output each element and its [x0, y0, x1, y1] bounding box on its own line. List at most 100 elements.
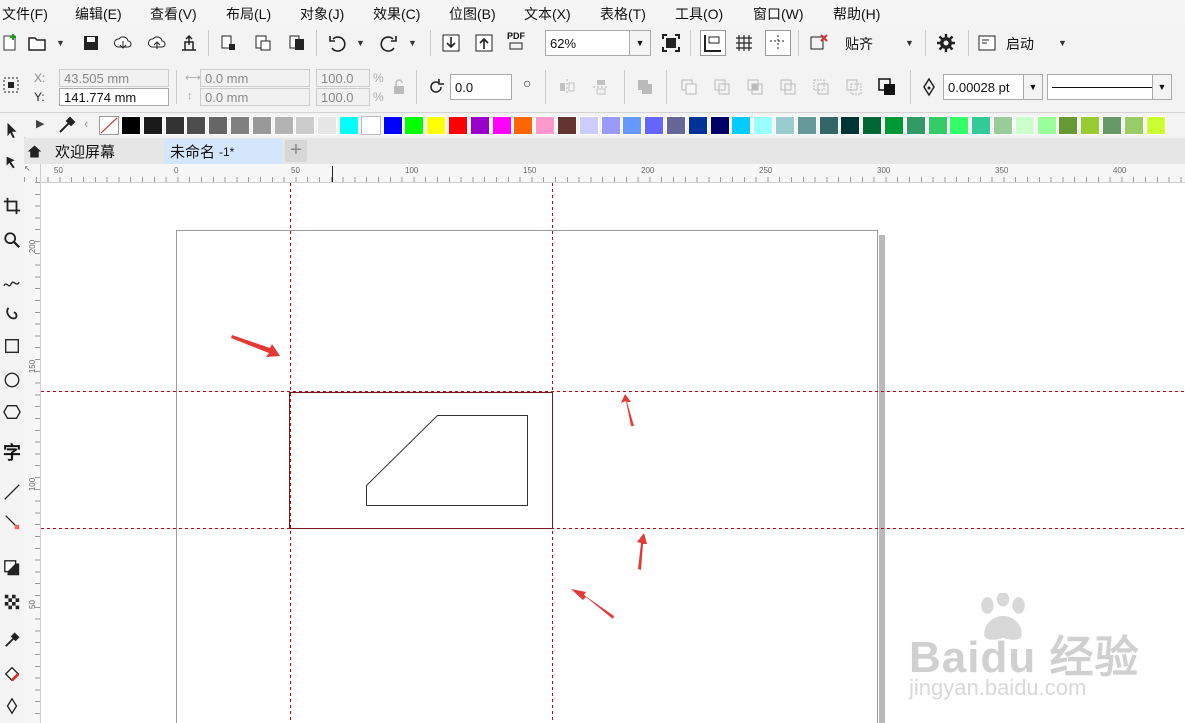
show-grid-icon[interactable] [733, 32, 755, 54]
color-swatch[interactable] [295, 116, 316, 135]
color-swatch[interactable] [491, 116, 512, 135]
color-swatch[interactable] [360, 116, 381, 135]
color-swatch[interactable] [164, 116, 185, 135]
reference-point-icon[interactable] [0, 74, 22, 96]
color-swatch[interactable] [1080, 116, 1101, 135]
export-arrow-icon[interactable] [473, 32, 495, 54]
palette-expand-icon[interactable]: ▶ [36, 117, 44, 130]
color-swatch[interactable] [600, 116, 621, 135]
color-swatch[interactable] [513, 116, 534, 135]
line-style-dropdown-icon[interactable]: ▼ [1152, 75, 1171, 99]
shape-tool-icon[interactable] [1, 151, 23, 173]
zoom-level-input[interactable]: 62% ▼ [545, 30, 651, 56]
color-swatch[interactable] [666, 116, 686, 135]
tab-welcome-screen[interactable]: 欢迎屏幕 [24, 138, 160, 164]
zoom-dropdown-icon[interactable]: ▼ [629, 31, 650, 55]
color-swatch[interactable] [317, 116, 338, 135]
zoom-tool-icon[interactable] [1, 229, 23, 251]
connector-tool-icon[interactable] [1, 511, 23, 533]
color-swatch[interactable] [753, 116, 774, 135]
pdf-export-icon[interactable]: PDF [505, 30, 527, 52]
color-swatch[interactable] [339, 116, 359, 135]
color-swatch[interactable] [1058, 116, 1079, 135]
color-swatch[interactable] [796, 116, 817, 135]
outline-width-field[interactable]: 0.00028 pt ▼ [943, 74, 1043, 100]
scale-x-field[interactable]: 100.0 [316, 69, 370, 87]
new-document-icon[interactable] [0, 32, 22, 54]
boundary-icon[interactable] [876, 76, 898, 98]
eyedropper-tool-icon[interactable] [1, 629, 23, 651]
height-field[interactable]: 0.0 mm [200, 88, 310, 106]
undo-icon[interactable] [326, 32, 348, 54]
snap-to-label[interactable]: 贴齐 [845, 34, 873, 54]
rectangle-tool-icon[interactable] [1, 335, 23, 357]
y-position-field[interactable]: 141.774 mm [59, 88, 169, 106]
color-swatch[interactable] [448, 116, 468, 135]
color-swatch[interactable] [927, 116, 948, 135]
save-icon[interactable] [80, 32, 102, 54]
scale-y-field[interactable]: 100.0 [316, 88, 370, 106]
mirror-vertical-icon[interactable] [590, 76, 612, 98]
color-swatch[interactable] [535, 116, 556, 135]
color-swatch[interactable] [251, 116, 272, 135]
back-minus-front-icon[interactable] [843, 76, 865, 98]
menu-file[interactable]: 文件(F) [2, 4, 48, 24]
menu-object[interactable]: 对象(J) [300, 4, 344, 24]
rotation-angle-field[interactable]: 0.0 [450, 74, 512, 100]
front-minus-back-icon[interactable] [810, 76, 832, 98]
polygon-tool-icon[interactable] [1, 401, 23, 423]
tab-document[interactable]: 未命名 -1* [164, 139, 282, 164]
color-swatch[interactable] [622, 116, 643, 135]
artistic-media-tool-icon[interactable] [1, 303, 23, 325]
redo-dropdown-icon[interactable]: ▼ [408, 38, 417, 48]
color-swatch[interactable] [644, 116, 665, 135]
color-swatch[interactable] [731, 116, 752, 135]
menu-view[interactable]: 查看(V) [150, 4, 197, 24]
color-swatch[interactable] [840, 116, 861, 135]
color-swatch[interactable] [905, 116, 926, 135]
simplify-icon[interactable] [777, 76, 799, 98]
crop-tool-icon[interactable] [1, 195, 23, 217]
redo-icon[interactable] [378, 32, 400, 54]
menu-effects[interactable]: 效果(C) [373, 4, 420, 24]
color-swatch[interactable] [1145, 116, 1166, 135]
color-swatch[interactable] [578, 116, 599, 135]
color-swatch[interactable] [469, 116, 490, 135]
width-field[interactable]: 0.0 mm [200, 69, 310, 87]
color-swatch[interactable] [208, 116, 229, 135]
menu-edit[interactable]: 编辑(E) [75, 4, 122, 24]
cloud-download-icon[interactable] [112, 32, 134, 54]
options-gear-icon[interactable] [935, 32, 957, 54]
open-folder-icon[interactable] [26, 32, 48, 54]
line-style-select[interactable]: ▼ [1047, 74, 1172, 100]
smart-fill-tool-icon[interactable] [1, 695, 23, 717]
show-guidelines-icon[interactable] [765, 30, 791, 56]
snap-off-icon[interactable] [808, 32, 830, 54]
horizontal-ruler[interactable]: ↖ 50 0 50 100 150 200 250 300 350 400 [24, 164, 1185, 183]
menu-layout[interactable]: 布局(L) [226, 4, 271, 24]
show-rulers-icon[interactable] [700, 30, 726, 56]
menu-bitmap[interactable]: 位图(B) [449, 4, 496, 24]
mirror-horizontal-icon[interactable] [556, 76, 578, 98]
color-swatch[interactable] [404, 116, 425, 135]
color-swatch[interactable] [1036, 116, 1057, 135]
color-swatch[interactable] [1014, 116, 1035, 135]
menu-help[interactable]: 帮助(H) [833, 4, 880, 24]
interactive-fill-tool-icon[interactable] [1, 663, 23, 685]
color-swatch[interactable] [142, 116, 163, 135]
import-icon[interactable] [218, 32, 240, 54]
snap-dropdown-icon[interactable]: ▼ [905, 38, 914, 48]
drop-shadow-tool-icon[interactable] [1, 557, 23, 579]
undo-dropdown-icon[interactable]: ▼ [356, 38, 365, 48]
combine-icon[interactable] [634, 76, 656, 98]
color-swatch[interactable] [993, 116, 1013, 135]
launch-dropdown-icon[interactable]: ▼ [1058, 38, 1067, 48]
text-tool-icon[interactable]: 字 [1, 441, 23, 463]
menu-table[interactable]: 表格(T) [600, 4, 646, 24]
color-swatch[interactable] [949, 116, 970, 135]
no-color-swatch[interactable] [99, 116, 119, 135]
cloud-upload-icon[interactable] [146, 32, 168, 54]
intersect-icon[interactable] [744, 76, 766, 98]
freehand-tool-icon[interactable] [1, 273, 23, 295]
color-swatch[interactable] [186, 116, 207, 135]
